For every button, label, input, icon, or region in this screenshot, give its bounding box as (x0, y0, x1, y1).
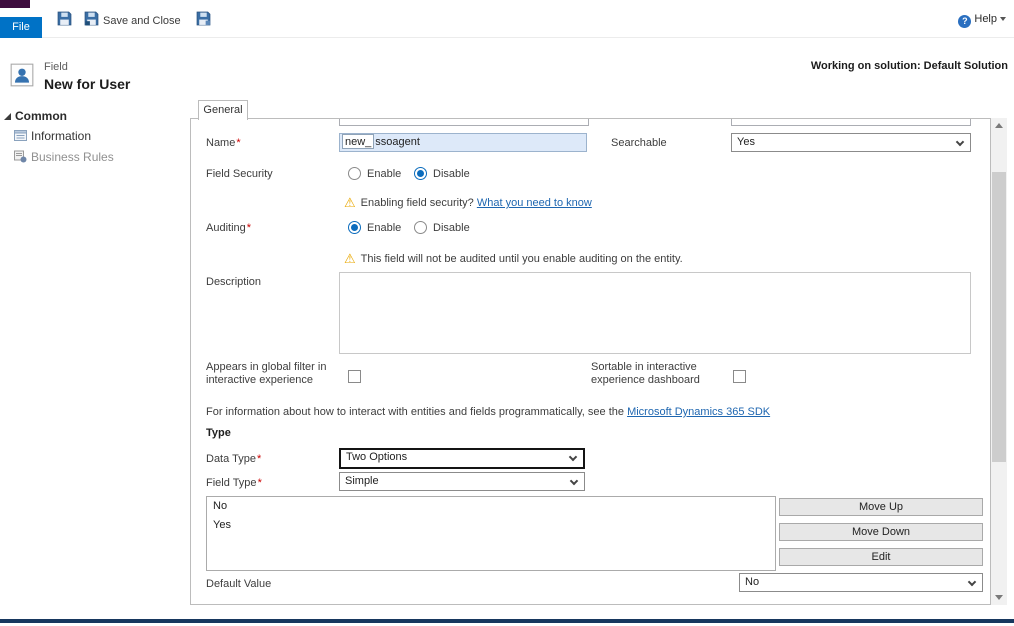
auditing-enable-label: Enable (367, 222, 401, 234)
form-panel: Name* new_ssoagent Searchable Yes Field … (190, 118, 991, 605)
sidebar-group-common[interactable]: Common (4, 109, 67, 123)
chevron-down-icon (968, 578, 976, 586)
sortable-label: Sortable in interactive experience dashb… (591, 361, 716, 387)
tab-general[interactable]: General (198, 100, 248, 120)
auditing-disable-label: Disable (433, 222, 470, 234)
business-rules-icon (14, 150, 27, 166)
warning-icon: ⚠ (344, 251, 356, 266)
app-window: File Save and Close ?Help Field New for … (0, 0, 1014, 626)
partially-visible-input[interactable] (339, 118, 589, 126)
save-and-close-icon[interactable] (84, 11, 100, 27)
name-input[interactable]: new_ssoagent (339, 133, 587, 152)
field-entity-icon (10, 62, 34, 88)
field-security-disable-label: Disable (433, 168, 470, 180)
scrollbar-thumb[interactable] (992, 172, 1006, 462)
information-icon (14, 129, 27, 145)
default-value: No (745, 576, 759, 588)
help-icon: ? (958, 15, 971, 28)
chevron-down-icon (1000, 17, 1006, 21)
default-value-label: Default Value (206, 578, 271, 590)
data-type-value: Two Options (346, 451, 407, 463)
global-filter-checkbox[interactable] (348, 370, 361, 383)
option-item-yes[interactable]: Yes (207, 516, 775, 535)
edit-button[interactable]: Edit (779, 548, 983, 566)
name-value: ssoagent (375, 136, 420, 148)
solution-status: Working on solution: Default Solution (811, 60, 1008, 72)
save-icon[interactable] (57, 11, 73, 27)
data-type-label: Data Type* (206, 453, 261, 465)
name-label: Name* (206, 137, 241, 149)
field-security-disable-radio[interactable] (414, 167, 427, 180)
auditing-label: Auditing* (206, 222, 251, 234)
file-tab[interactable]: File (0, 17, 42, 38)
field-type-value: Simple (345, 475, 379, 487)
partially-visible-input[interactable] (731, 118, 971, 126)
scroll-up-button[interactable] (991, 118, 1007, 134)
help-menu[interactable]: ?Help (958, 13, 1006, 28)
required-marker: * (236, 137, 240, 149)
data-type-select[interactable]: Two Options (339, 448, 585, 469)
required-marker: * (247, 222, 251, 234)
required-marker: * (258, 477, 262, 489)
sidebar-group-label: Common (15, 109, 67, 123)
field-security-label: Field Security (206, 168, 273, 180)
chevron-down-icon (570, 477, 578, 485)
required-marker: * (257, 453, 261, 465)
expanded-triangle-icon (4, 113, 11, 120)
auditing-warning: ⚠This field will not be audited until yo… (344, 251, 683, 267)
sortable-checkbox[interactable] (733, 370, 746, 383)
auditing-disable-radio[interactable] (414, 221, 427, 234)
warning-icon: ⚠ (344, 195, 356, 210)
options-listbox: No Yes (206, 496, 776, 571)
default-value-select[interactable]: No (739, 573, 983, 592)
sidebar-item-business-rules[interactable]: Business Rules (14, 150, 114, 166)
sidebar-item-label: Business Rules (31, 150, 114, 164)
searchable-value: Yes (737, 136, 755, 148)
sdk-link[interactable]: Microsoft Dynamics 365 SDK (627, 406, 770, 418)
field-security-enable-radio[interactable] (348, 167, 361, 180)
field-security-enable-label: Enable (367, 168, 401, 180)
help-label: Help (974, 13, 997, 25)
page-title: New for User (44, 76, 130, 92)
vertical-scrollbar[interactable] (991, 118, 1007, 605)
field-type-label: Field Type* (206, 477, 262, 489)
move-down-button[interactable]: Move Down (779, 523, 983, 541)
save-and-close-button[interactable]: Save and Close (103, 15, 181, 27)
sdk-note: For information about how to interact wi… (206, 406, 770, 418)
entity-type-label: Field (44, 61, 68, 73)
field-security-help-link[interactable]: What you need to know (477, 197, 592, 209)
command-toolbar: File Save and Close ?Help (0, 8, 1014, 38)
field-type-select[interactable]: Simple (339, 472, 585, 491)
description-label: Description (206, 276, 261, 288)
description-textarea[interactable] (339, 272, 971, 354)
auditing-enable-radio[interactable] (348, 221, 361, 234)
move-up-button[interactable]: Move Up (779, 498, 983, 516)
window-chrome-strip (0, 0, 30, 8)
name-prefix: new_ (342, 134, 374, 149)
searchable-select[interactable]: Yes (731, 133, 971, 152)
type-section-heading: Type (206, 427, 231, 439)
option-item-no[interactable]: No (207, 497, 775, 516)
sidebar-item-label: Information (31, 129, 91, 143)
field-security-warning: ⚠Enabling field security? What you need … (344, 195, 592, 211)
bottom-accent-bar (0, 619, 1014, 623)
chevron-down-icon (956, 138, 964, 146)
sidebar-item-information[interactable]: Information (14, 129, 91, 145)
save-and-new-icon[interactable] (196, 11, 212, 27)
global-filter-label: Appears in global filter in interactive … (206, 361, 344, 387)
chevron-down-icon (569, 453, 577, 461)
searchable-label: Searchable (611, 137, 667, 149)
scroll-down-button[interactable] (991, 589, 1007, 605)
